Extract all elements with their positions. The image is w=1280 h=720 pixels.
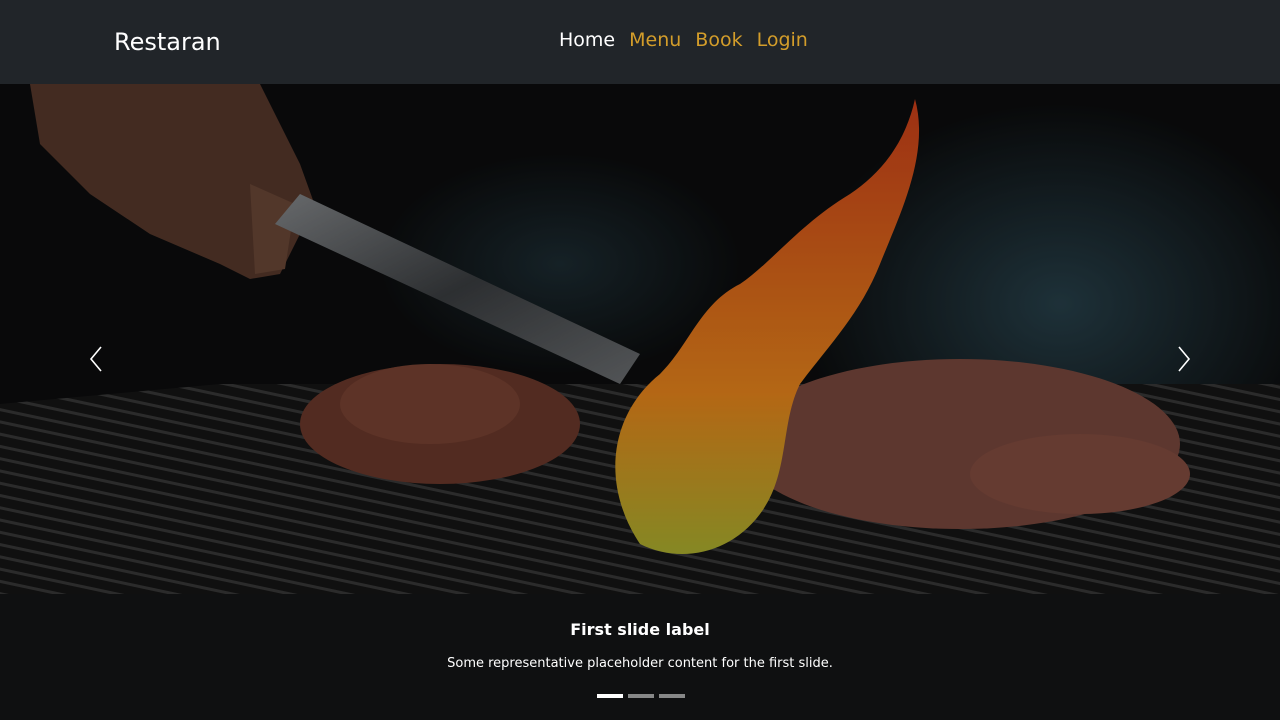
carousel-indicator-1[interactable] — [597, 694, 623, 698]
carousel-indicator-3[interactable] — [659, 694, 685, 698]
carousel-indicators — [597, 694, 685, 698]
nav-link-book[interactable]: Book — [695, 26, 742, 54]
nav-link-home[interactable]: Home — [559, 26, 615, 54]
navbar: Restaran Home Menu Book Login — [0, 0, 1280, 84]
carousel-prev-button[interactable] — [76, 339, 116, 379]
chevron-left-icon — [89, 346, 102, 372]
hero-carousel: First slide label Some representative pl… — [0, 84, 1280, 720]
nav-link-menu[interactable]: Menu — [629, 26, 681, 54]
brand-logo[interactable]: Restaran — [114, 26, 221, 58]
chevron-right-icon — [1178, 346, 1191, 372]
main-nav: Home Menu Book Login — [559, 26, 808, 54]
carousel-indicator-2[interactable] — [628, 694, 654, 698]
carousel-next-button[interactable] — [1164, 339, 1204, 379]
slide-caption-text: Some representative placeholder content … — [447, 656, 833, 671]
nav-link-login[interactable]: Login — [757, 26, 808, 54]
slide-caption-title: First slide label — [570, 620, 710, 639]
